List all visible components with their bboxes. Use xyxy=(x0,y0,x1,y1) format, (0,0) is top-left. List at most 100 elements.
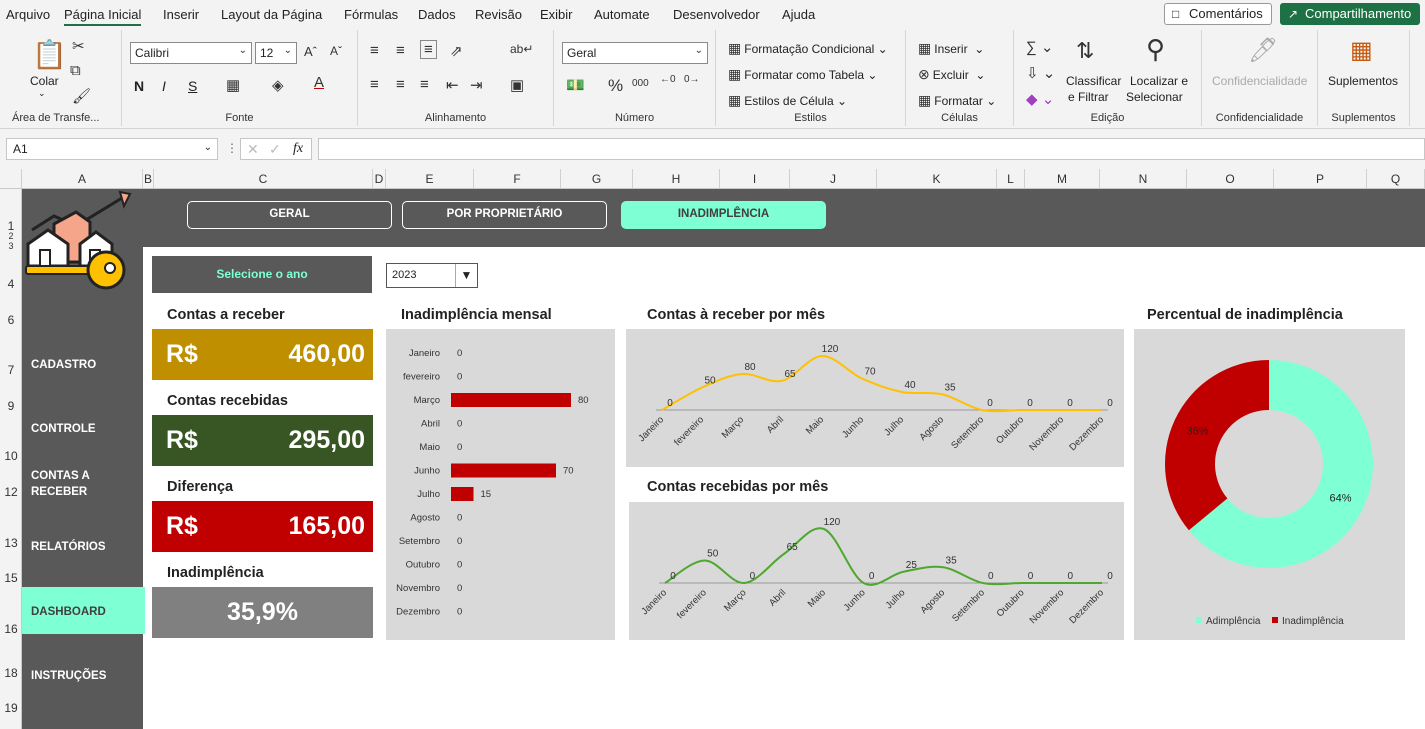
align-middle-icon[interactable]: ≡ xyxy=(396,42,405,59)
fill-color-icon[interactable]: ◈ xyxy=(272,76,284,94)
orientation-icon[interactable]: ⇗ xyxy=(450,42,463,60)
increase-decimal-icon[interactable]: ←0 xyxy=(660,74,676,85)
share-button[interactable]: ↗ Compartilhamento xyxy=(1280,3,1420,25)
tab-por-proprietario[interactable]: POR PROPRIETÁRIO xyxy=(402,201,607,229)
dropdown-arrow-icon[interactable]: ▼ xyxy=(455,264,477,287)
comments-button[interactable]: □ Comentários xyxy=(1164,3,1272,25)
copy-icon[interactable]: ⧉ xyxy=(70,62,81,79)
menu-exibir[interactable]: Exibir xyxy=(540,7,573,22)
row-header[interactable]: 16 xyxy=(0,622,22,636)
column-header[interactable]: B xyxy=(143,169,154,189)
font-color-icon[interactable]: A xyxy=(314,74,324,91)
sort-filter-label-1[interactable]: Classificar xyxy=(1066,74,1121,88)
row-header[interactable]: 2 xyxy=(0,231,22,241)
confirm-icon[interactable]: ✓ xyxy=(269,141,281,158)
column-header[interactable]: G xyxy=(561,169,633,189)
column-header[interactable]: A xyxy=(22,169,143,189)
column-header[interactable]: D xyxy=(373,169,386,189)
column-header[interactable]: C xyxy=(154,169,373,189)
cut-icon[interactable]: ✂ xyxy=(72,37,85,55)
row-header[interactable]: 6 xyxy=(0,313,22,327)
row-header[interactable]: 15 xyxy=(0,571,22,585)
menu-layout[interactable]: Layout da Página xyxy=(221,7,322,22)
row-header[interactable]: 18 xyxy=(0,666,22,680)
format-as-table-button[interactable]: ▦ Formatar como Tabela ⌄ xyxy=(728,66,877,83)
column-header[interactable]: F xyxy=(474,169,561,189)
tab-geral[interactable]: GERAL xyxy=(187,201,392,229)
addins-icon[interactable]: ▦ xyxy=(1350,36,1373,65)
row-header[interactable]: 7 xyxy=(0,363,22,377)
column-header[interactable]: O xyxy=(1187,169,1274,189)
delete-cells-button[interactable]: ⊗ Excluir ⌄ xyxy=(918,66,985,83)
formula-input[interactable] xyxy=(318,138,1425,160)
sidebar-item-contas-a-receber[interactable]: CONTAS A RECEBER xyxy=(31,468,90,500)
paste-dropdown-icon[interactable]: ⌄ xyxy=(38,88,46,99)
column-header[interactable]: E xyxy=(386,169,474,189)
column-header[interactable]: N xyxy=(1100,169,1187,189)
font-size-select[interactable]: 12 ⌄ xyxy=(255,42,297,64)
wrap-text-icon[interactable]: ab↵ xyxy=(510,42,533,56)
menu-automate[interactable]: Automate xyxy=(594,7,650,22)
year-select[interactable]: 2023 ▼ xyxy=(386,263,478,288)
underline-button[interactable]: S xyxy=(188,78,197,94)
sidebar-item-controle[interactable]: CONTROLE xyxy=(31,421,96,437)
row-header[interactable]: 10 xyxy=(0,449,22,463)
column-header[interactable]: J xyxy=(790,169,877,189)
menu-inserir[interactable]: Inserir xyxy=(163,7,199,22)
menu-desenvolvedor[interactable]: Desenvolvedor xyxy=(673,7,760,22)
align-left-icon[interactable]: ≡ xyxy=(370,76,379,93)
number-format-select[interactable]: Geral ⌄ xyxy=(562,42,708,64)
fill-icon[interactable]: ⇩ ⌄ xyxy=(1026,64,1055,82)
menu-revisao[interactable]: Revisão xyxy=(475,7,522,22)
menu-formulas[interactable]: Fórmulas xyxy=(344,7,398,22)
percent-icon[interactable]: % xyxy=(608,76,623,96)
font-name-select[interactable]: Calibri ⌄ xyxy=(130,42,252,64)
row-header[interactable]: 12 xyxy=(0,485,22,499)
row-header[interactable]: 9 xyxy=(0,399,22,413)
column-header[interactable]: L xyxy=(997,169,1025,189)
row-header[interactable]: 3 xyxy=(0,241,22,251)
menu-ajuda[interactable]: Ajuda xyxy=(782,7,815,22)
insert-cells-button[interactable]: ▦ Inserir ⌄ xyxy=(918,40,984,57)
row-header[interactable]: 19 xyxy=(0,701,22,715)
cell-styles-button[interactable]: ▦ Estilos de Célula ⌄ xyxy=(728,92,847,109)
cancel-icon[interactable]: ✕ xyxy=(247,141,259,158)
column-header[interactable]: Q xyxy=(1367,169,1425,189)
column-header[interactable]: H xyxy=(633,169,720,189)
align-top-icon[interactable]: ≡ xyxy=(370,42,379,59)
column-header[interactable]: I xyxy=(720,169,790,189)
select-all-corner[interactable] xyxy=(0,169,22,189)
menu-arquivo[interactable]: Arquivo xyxy=(6,7,50,22)
sort-filter-icon[interactable]: ⇅ xyxy=(1076,38,1094,64)
bold-button[interactable]: N xyxy=(134,78,144,94)
decrease-indent-icon[interactable]: ⇤ xyxy=(446,76,459,94)
tab-inadimplencia[interactable]: INADIMPLÊNCIA xyxy=(621,201,826,229)
row-header[interactable]: 13 xyxy=(0,536,22,550)
currency-icon[interactable]: 💵 xyxy=(566,76,585,94)
align-bottom-icon[interactable]: ≡ xyxy=(420,40,437,59)
italic-button[interactable]: I xyxy=(162,78,166,94)
align-right-icon[interactable]: ≡ xyxy=(420,76,429,93)
decrease-decimal-icon[interactable]: 0→ xyxy=(684,74,700,85)
sidebar-item-relatorios[interactable]: RELATÓRIOS xyxy=(31,539,106,555)
sidebar-item-cadastro[interactable]: CADASTRO xyxy=(31,357,96,373)
format-painter-icon[interactable]: 🖌 xyxy=(72,87,91,105)
align-center-icon[interactable]: ≡ xyxy=(396,76,405,93)
clear-icon[interactable]: ◆ ⌄ xyxy=(1026,90,1054,108)
name-box[interactable]: A1 ⌄ xyxy=(6,138,218,160)
paste-label[interactable]: Colar xyxy=(30,74,59,88)
decrease-font-icon[interactable]: Aˇ xyxy=(330,44,342,58)
menu-dados[interactable]: Dados xyxy=(418,7,456,22)
column-header[interactable]: M xyxy=(1025,169,1100,189)
format-cells-button[interactable]: ▦ Formatar ⌄ xyxy=(918,92,996,109)
sidebar-item-instrucoes[interactable]: INSTRUÇÕES xyxy=(31,668,106,684)
row-header[interactable]: 4 xyxy=(0,277,22,291)
menu-pagina-inicial[interactable]: Página Inicial xyxy=(64,7,142,26)
conditional-format-button[interactable]: ▦ Formatação Condicional ⌄ xyxy=(728,40,888,57)
borders-icon[interactable]: ▦ xyxy=(226,76,240,94)
increase-indent-icon[interactable]: ⇥ xyxy=(470,76,483,94)
autosum-icon[interactable]: ∑ ⌄ xyxy=(1026,38,1053,56)
thousands-icon[interactable]: 000 xyxy=(632,78,649,89)
increase-font-icon[interactable]: Aˆ xyxy=(304,44,317,59)
addins-button[interactable]: Suplementos xyxy=(1328,74,1398,88)
